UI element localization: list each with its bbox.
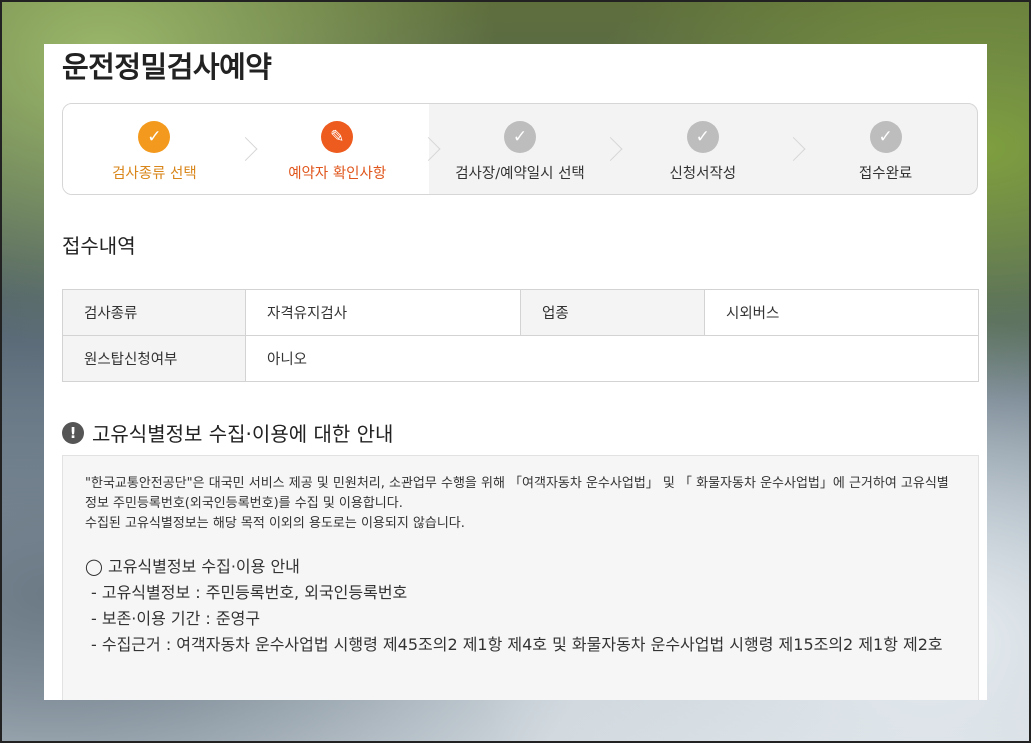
step-select-site-datetime: ✓ 검사장/예약일시 선택 — [429, 104, 612, 194]
pencil-icon: ✎ — [321, 121, 354, 153]
exclamation-icon: ! — [62, 421, 84, 444]
step-label: 신청서작성 — [669, 166, 737, 182]
step-label: 검사종류 선택 — [112, 166, 197, 182]
list-item: - 수집근거 : 여객자동차 운수사업법 시행령 제45조의2 제1항 제4호 … — [91, 635, 943, 654]
table-header-cell: 업종 — [520, 289, 705, 336]
reservation-panel: 운전정밀검사예약 ✓ 검사종류 선택 ✎ 예약자 확인사항 ✓ 검사장/예약일시… — [44, 44, 987, 700]
table-cell: 아니오 — [245, 335, 979, 382]
check-icon: ✓ — [686, 121, 719, 153]
table-cell: 자격유지검사 — [245, 289, 521, 336]
table-header-cell: 검사종류 — [62, 289, 246, 336]
notice-list-heading: ◯ 고유식별정보 수집·이용 안내 — [85, 557, 300, 576]
notice-intro: "한국교통안전공단"은 대국민 서비스 제공 및 민원처리, 소관업무 수행을 … — [85, 474, 956, 534]
list-item: - 보존·이용 기간 : 준영구 — [91, 609, 261, 628]
table-cell: 시외버스 — [704, 289, 979, 336]
notice-list: ◯ 고유식별정보 수집·이용 안내 - 고유식별정보 : 주민등록번호, 외국인… — [85, 554, 956, 658]
list-item: - 고유식별정보 : 주민등록번호, 외국인등록번호 — [91, 583, 408, 602]
step-select-exam-type: ✓ 검사종류 선택 — [63, 104, 246, 194]
notice-title-text: 고유식별정보 수집·이용에 대한 안내 — [92, 422, 394, 446]
notice-box: "한국교통안전공단"은 대국민 서비스 제공 및 민원처리, 소관업무 수행을 … — [62, 455, 979, 700]
receipt-table: 검사종류 자격유지검사 업종 시외버스 원스탑신청여부 아니오 — [62, 289, 979, 382]
check-icon: ✓ — [503, 121, 536, 153]
step-reserver-confirm: ✎ 예약자 확인사항 — [245, 104, 429, 194]
notice-intro-text: 수집된 고유식별정보는 해당 목적 이외의 용도로는 이용되지 않습니다. — [85, 516, 465, 531]
table-header-cell: 원스탑신청여부 — [62, 335, 246, 382]
step-application-form: ✓ 신청서작성 — [611, 104, 794, 194]
table-row: 검사종류 자격유지검사 업종 시외버스 — [62, 289, 979, 336]
step-label: 검사장/예약일시 선택 — [455, 166, 585, 182]
page-title: 운전정밀검사예약 — [62, 50, 272, 84]
notice-title: ! 고유식별정보 수집·이용에 대한 안내 — [62, 418, 393, 447]
step-label: 접수완료 — [858, 166, 913, 182]
step-complete: ✓ 접수완료 — [794, 104, 977, 194]
check-icon: ✓ — [869, 121, 902, 153]
table-row: 원스탑신청여부 아니오 — [62, 335, 979, 382]
progress-steps: ✓ 검사종류 선택 ✎ 예약자 확인사항 ✓ 검사장/예약일시 선택 ✓ 신청서… — [62, 103, 978, 195]
step-label: 예약자 확인사항 — [288, 166, 387, 182]
notice-intro-text: "한국교통안전공단"은 대국민 서비스 제공 및 민원처리, 소관업무 수행을 … — [85, 476, 949, 511]
check-icon: ✓ — [138, 121, 171, 153]
receipt-section-title: 접수내역 — [62, 234, 136, 258]
